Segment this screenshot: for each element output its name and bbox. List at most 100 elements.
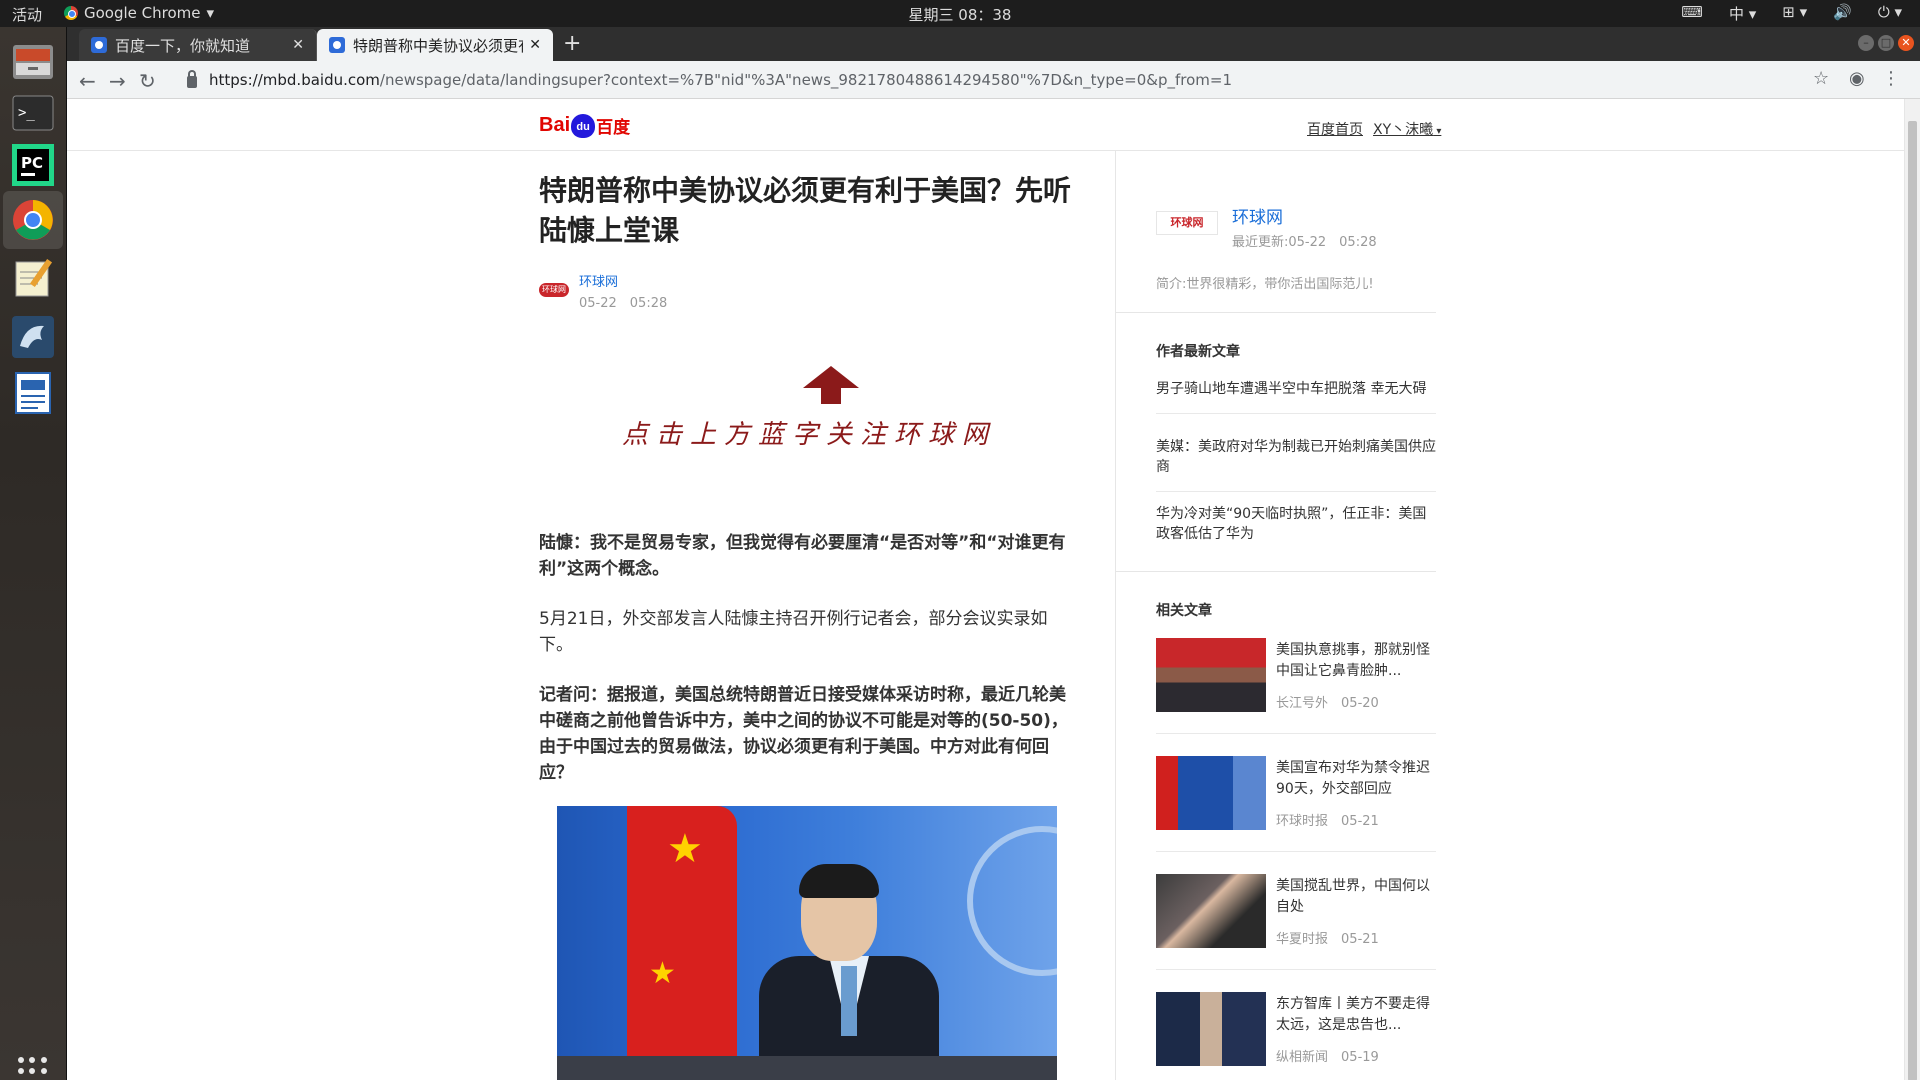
header-links: 百度首页 XY丶沫曦 ▾ [1307, 119, 1441, 139]
related-title: 美国搅乱世界，中国何以自处 [1276, 878, 1430, 915]
publish-time: 05-22 05:28 [579, 296, 668, 311]
file-cabinet-icon [13, 45, 53, 79]
svg-text:>_: >_ [18, 105, 35, 121]
follow-banner: 点击上方蓝字关注环球网 [539, 366, 1079, 458]
baidu-favicon-icon [329, 37, 345, 53]
document-icon [15, 372, 51, 414]
person-figure [759, 864, 939, 1080]
up-arrow-stem [821, 386, 841, 404]
source-link[interactable]: 环球网 [579, 271, 667, 290]
related-source: 纵相新闻 [1276, 1050, 1329, 1065]
related-thumbnail [1156, 638, 1266, 712]
related-meta: 长江号外 05-20 [1276, 692, 1379, 711]
paragraph-question: 记者问：据报道，美国总统特朗普近日接受媒体采访时称，最近几轮美中磋商之前他曾告诉… [539, 685, 1068, 783]
keyboard-icon[interactable]: ⌨ [1681, 3, 1703, 24]
baidu-home-link[interactable]: 百度首页 [1307, 119, 1363, 139]
author-description: 简介:世界很精彩，带你活出国际范儿! [1156, 277, 1374, 292]
related-thumbnail [1156, 992, 1266, 1066]
network-icon[interactable]: ⊞ ▾ [1782, 3, 1807, 24]
dock-mysql-workbench[interactable] [9, 313, 57, 361]
baidu-header: Bai du 百度 百度首页 XY丶沫曦 ▾ [67, 99, 1904, 151]
latest-item[interactable]: 美媒：美政府对华为制裁已开始刺痛美国供应商 [1156, 437, 1436, 492]
svg-text:PC: PC [21, 154, 43, 172]
related-item[interactable]: 美国宣布对华为禁令推迟90天，外交部回应 环球时报 05-21 [1156, 756, 1436, 852]
bookmark-star-icon[interactable]: ☆ [1813, 68, 1829, 89]
dock-chrome[interactable] [3, 191, 63, 249]
minimize-button[interactable]: – [1858, 35, 1874, 51]
article-meta: 环球网 环球网 05-22 05:28 [539, 271, 1079, 311]
volume-icon[interactable]: 🔊 [1833, 3, 1852, 24]
dock-writer[interactable] [9, 369, 57, 417]
baidu-logo[interactable]: Bai du 百度 [539, 113, 630, 138]
related-meta: 纵相新闻 05-19 [1276, 1046, 1379, 1065]
new-tab-button[interactable]: + [563, 31, 581, 56]
related-item[interactable]: 美国执意挑事，那就别怪中国让它鼻青脸肿... 长江号外 05-20 [1156, 638, 1436, 734]
url-host: https://mbd.baidu.com [209, 71, 380, 89]
dock-terminal[interactable]: >_ [9, 89, 57, 137]
related-item[interactable]: 东方智库丨美方不要走得太远，这是忠告也... 纵相新闻 05-19 [1156, 992, 1436, 1080]
tab-baidu-home[interactable]: 百度一下，你就知道 ✕ [79, 29, 317, 61]
source-logo[interactable]: 环球网 [539, 283, 569, 297]
clock[interactable]: 星期三 08：38 [0, 4, 1920, 25]
author-updated: 最近更新:05-22 05:28 [1232, 235, 1377, 250]
tab-close-icon[interactable]: ✕ [529, 37, 541, 53]
tab-close-icon[interactable]: ✕ [292, 37, 304, 53]
logo-text: Bai [539, 114, 571, 136]
dock: >_ PC [0, 27, 67, 1080]
tab-article[interactable]: 特朗普称中美协议必须更有利于美国？先听陆慷上堂课 ✕ [317, 29, 553, 61]
related-title: 美国宣布对华为禁令推迟90天，外交部回应 [1276, 760, 1430, 797]
related-date: 05-19 [1341, 1050, 1379, 1065]
latest-item[interactable]: 男子骑山地车遭遇半空中车把脱落 幸无大碍 [1156, 379, 1436, 414]
related-date: 05-20 [1341, 696, 1379, 711]
scrollbar-thumb[interactable] [1908, 121, 1917, 1080]
up-arrow-icon [803, 366, 859, 388]
address-bar[interactable]: https://mbd.baidu.com/newspage/data/land… [177, 66, 1897, 94]
input-method-indicator[interactable]: 中 ▾ [1729, 3, 1756, 24]
lock-icon [187, 70, 197, 88]
system-top-bar: 活动 Google Chrome ▾ 星期三 08：38 ⌨ 中 ▾ ⊞ ▾ 🔊… [0, 0, 1920, 27]
dolphin-icon [12, 316, 54, 358]
browser-toolbar: ← → ↻ https://mbd.baidu.com/newspage/dat… [67, 61, 1920, 99]
show-applications-icon[interactable] [18, 1057, 48, 1080]
latest-item[interactable]: 华为冷对美“90天临时执照”，任正非：美国政客低估了华为 [1156, 504, 1436, 558]
menu-kebab-icon[interactable]: ⋮ [1882, 68, 1900, 89]
url-path: /newspage/data/landingsuper?context=%7B"… [379, 71, 1233, 89]
paragraph-lead: 陆慷：我不是贸易专家，但我觉得有必要厘清“是否对等”和“对谁更有利”这两个概念。 [539, 533, 1066, 579]
related-meta: 环球时报 05-21 [1276, 810, 1379, 829]
user-menu[interactable]: XY丶沫曦 ▾ [1373, 119, 1441, 139]
author-card: 环球网 环球网 最近更新:05-22 05:28 简介:世界很精彩，带你活出国际… [1116, 151, 1436, 313]
maximize-button[interactable]: □ [1878, 35, 1894, 51]
related-thumbnail [1156, 874, 1266, 948]
star-icon: ★ [667, 826, 703, 872]
related-date: 05-21 [1341, 932, 1379, 947]
sidebar: 环球网 环球网 最近更新:05-22 05:28 简介:世界很精彩，带你活出国际… [1115, 151, 1436, 1080]
tab-title: 特朗普称中美协议必须更有利于美国？先听陆慷上堂课 [353, 36, 524, 55]
close-window-button[interactable]: ✕ [1898, 35, 1914, 51]
back-arrow-icon[interactable]: ← [79, 69, 96, 93]
emblem-shape [967, 826, 1057, 976]
author-name[interactable]: 环球网 [1232, 203, 1283, 228]
article-photo: ★ ★ [557, 806, 1057, 1080]
power-icon[interactable]: ⏻ ▾ [1878, 3, 1902, 24]
related-item[interactable]: 美国搅乱世界，中国何以自处 华夏时报 05-21 [1156, 874, 1436, 970]
page-scrollbar[interactable] [1904, 99, 1920, 1080]
related-source: 长江号外 [1276, 696, 1329, 711]
related-thumbnail [1156, 756, 1266, 830]
reload-icon[interactable]: ↻ [139, 69, 156, 93]
baidu-favicon-icon [91, 37, 107, 53]
author-logo[interactable]: 环球网 [1156, 211, 1218, 235]
latest-articles: 作者最新文章 男子骑山地车遭遇半空中车把脱落 幸无大碍 美媒：美政府对华为制裁已… [1116, 313, 1436, 572]
banner-text: 点击上方蓝字关注环球网 [621, 420, 996, 450]
forward-arrow-icon[interactable]: → [109, 69, 126, 93]
chevron-down-icon: ▾ [1433, 126, 1442, 137]
dock-pycharm[interactable]: PC [9, 141, 57, 189]
system-tray: ⌨ 中 ▾ ⊞ ▾ 🔊 ⏻ ▾ [1681, 3, 1902, 24]
dock-text-editor[interactable] [9, 253, 57, 301]
chrome-icon [13, 200, 53, 240]
dock-files[interactable] [9, 37, 57, 85]
related-source: 环球时报 [1276, 814, 1329, 829]
terminal-icon: >_ [12, 95, 54, 131]
profile-icon[interactable]: ◉ [1849, 68, 1865, 89]
related-articles: 相关文章 美国执意挑事，那就别怪中国让它鼻青脸肿... 长江号外 05-20 美… [1116, 572, 1436, 1080]
notepad-icon [15, 258, 53, 297]
